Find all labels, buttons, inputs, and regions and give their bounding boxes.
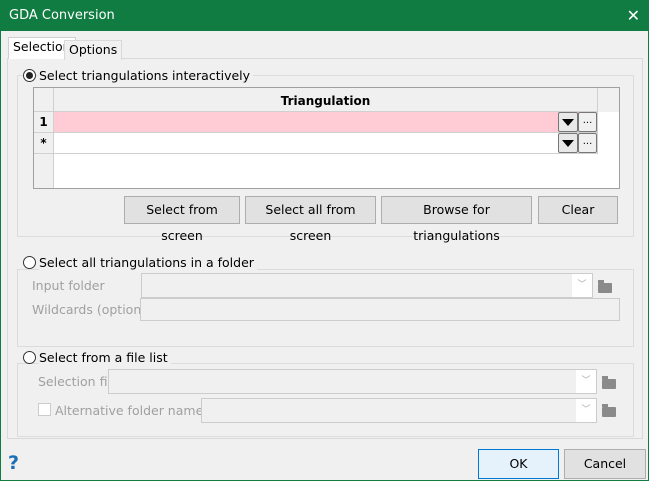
dialog-window: GDA Conversion ✕ Selection Options Selec…	[0, 0, 649, 481]
close-icon[interactable]: ✕	[627, 1, 640, 31]
selection-file-combo[interactable]: ﹀	[108, 369, 597, 394]
input-folder-label: Input folder	[32, 278, 105, 293]
tab-options[interactable]: Options	[64, 40, 123, 60]
title-bar: GDA Conversion	[1, 1, 648, 31]
select-all-from-screen-button[interactable]: Select all from screen	[245, 196, 376, 243]
grid-corner	[34, 88, 54, 112]
wildcards-input[interactable]	[140, 298, 620, 321]
select-from-screen-button[interactable]: Select from screen	[124, 196, 240, 243]
alt-folder-label: Alternative folder name	[55, 403, 204, 418]
triangulation-grid: Triangulation 1 ... * ...	[33, 87, 620, 189]
folder-icon[interactable]	[602, 404, 616, 417]
row-marker: *	[34, 133, 54, 154]
folder-icon[interactable]	[602, 376, 616, 389]
clear-button[interactable]: Clear	[538, 196, 618, 224]
browse-ellipsis-button[interactable]: ...	[578, 112, 597, 132]
dropdown-arrow-icon[interactable]	[558, 133, 578, 153]
cancel-button[interactable]: Cancel	[564, 449, 646, 479]
table-row-cell[interactable]	[54, 112, 598, 133]
dropdown-arrow-icon[interactable]	[558, 112, 578, 132]
row-header-blank	[34, 154, 54, 188]
radio-folder-label: Select all triangulations in a folder	[39, 255, 257, 270]
table-row-cell[interactable]	[54, 133, 598, 154]
radio-filelist-label: Select from a file list	[39, 350, 171, 365]
window-title: GDA Conversion	[9, 8, 115, 23]
folder-icon[interactable]	[598, 280, 612, 293]
help-icon[interactable]: ?	[8, 452, 19, 474]
chevron-down-icon: ﹀	[576, 370, 596, 393]
radio-filelist[interactable]	[23, 351, 36, 364]
radio-folder[interactable]	[23, 256, 36, 269]
browse-ellipsis-button[interactable]: ...	[578, 133, 597, 153]
alt-folder-checkbox[interactable]	[38, 403, 51, 416]
wildcards-label: Wildcards (optional)	[32, 302, 158, 317]
chevron-down-icon: ﹀	[572, 274, 592, 297]
column-header-triangulation[interactable]: Triangulation	[54, 88, 598, 112]
selection-file-label: Selection file	[38, 374, 119, 389]
chevron-down-icon: ﹀	[576, 399, 596, 422]
ok-button[interactable]: OK	[478, 449, 559, 479]
radio-interactive-label: Select triangulations interactively	[39, 68, 254, 83]
browse-triangulations-button[interactable]: Browse for triangulations	[381, 196, 532, 243]
input-folder-combo[interactable]: ﹀	[141, 273, 593, 298]
radio-interactive[interactable]	[23, 69, 36, 82]
alt-folder-combo[interactable]: ﹀	[201, 398, 597, 423]
row-marker: 1	[34, 112, 54, 133]
